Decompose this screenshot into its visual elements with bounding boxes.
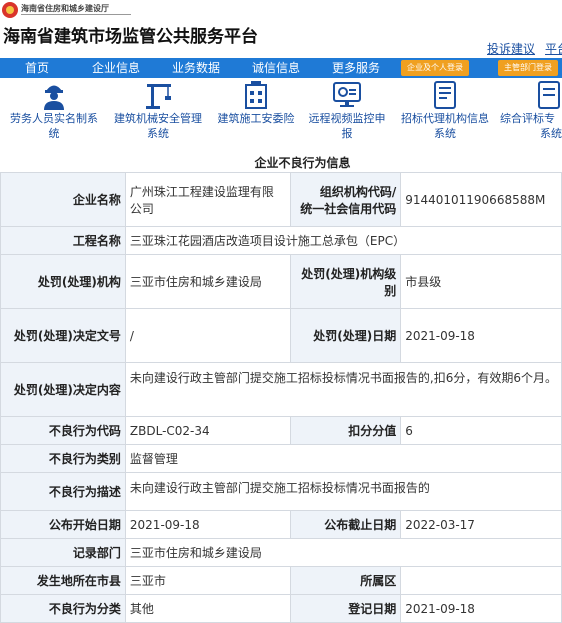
video-monitor-icon (333, 82, 361, 107)
table-row: 不良行为描述 未向建设行政主管部门提交施工招标投标情况书面报告的 (0, 472, 562, 511)
crane-icon (146, 84, 171, 109)
content-label: 处罚(处理)决定内容 (0, 362, 126, 417)
service-video[interactable]: 远程视频监控申 报 (304, 80, 390, 140)
service-label: 统 (48, 127, 60, 140)
service-label: 综合评标专 (500, 112, 555, 125)
doc-no-value: / (124, 308, 291, 363)
org-code-label-line: 组织机构代码/ (319, 184, 397, 199)
company-name-value: 广州珠江工程建设监理有限公司 (124, 172, 291, 227)
publish-end-label: 公布截止日期 (289, 510, 402, 539)
table-row: 不良行为分类 其他 登记日期 2021-09-18 (0, 594, 562, 623)
service-label: 系统 (147, 127, 169, 140)
credit-code-label-line: 统一社会信用代码 (300, 201, 397, 216)
main-nav: 首页 企业信息 业务数据 诚信信息 更多服务 企业及个人登录 主管部门登录 (0, 58, 562, 78)
service-label: 系统 (434, 127, 456, 140)
category-value: 监督管理 (124, 444, 562, 473)
record-dept-value: 三亚市住房和城乡建设局 (124, 538, 562, 567)
service-label: 劳务人员实名制系 (10, 112, 98, 125)
section-title: 企业不良行为信息 (254, 156, 351, 170)
score-label: 扣分分值 (289, 416, 402, 445)
nav-more-services[interactable]: 更多服务 (332, 58, 380, 78)
authority-value: 三亚市住房和城乡建设局 (124, 254, 291, 309)
table-row: 记录部门 三亚市住房和城乡建设局 (0, 538, 562, 567)
table-row: 工程名称 三亚珠江花园酒店改造项目设计施工总承包（EPC） (0, 226, 562, 255)
penalty-info-table: 企业名称 广州珠江工程建设监理有限公司 组织机构代码/统一社会信用代码 9144… (0, 172, 562, 623)
record-dept-label: 记录部门 (0, 538, 126, 567)
service-label: 远程视频监控申 (308, 112, 386, 125)
service-crane[interactable]: 建筑机械安全管理 系统 (108, 80, 208, 140)
table-row: 公布开始日期 2021-09-18 公布截止日期 2022-03-17 (0, 510, 562, 539)
table-row: 处罚(处理)决定内容 未向建设行政主管部门提交施工招标投标情况书面报告的,扣6分… (0, 362, 562, 417)
service-worker[interactable]: 劳务人员实名制系 统 (4, 80, 104, 140)
reg-date-value: 2021-09-18 (400, 594, 562, 623)
service-label: 建筑机械安全管理 (114, 112, 202, 125)
content-value: 未向建设行政主管部门提交施工招标投标情况书面报告的,扣6分，有效期6个月。 (124, 362, 562, 417)
score-value: 6 (400, 416, 562, 445)
service-insurance[interactable]: 建筑施工安委险 (212, 80, 300, 127)
table-row: 不良行为代码 ZBDL-C02-34 扣分分值 6 (0, 416, 562, 445)
type-value: 其他 (124, 594, 291, 623)
doc-no-label: 处罚(处理)决定文号 (0, 308, 126, 363)
publish-start-value: 2021-09-18 (124, 510, 291, 539)
type-label: 不良行为分类 (0, 594, 126, 623)
project-value: 三亚珠江花园酒店改造项目设计施工总承包（EPC） (124, 226, 562, 255)
nav-company-info[interactable]: 企业信息 (92, 58, 140, 78)
publish-start-label: 公布开始日期 (0, 510, 126, 539)
service-label: 建筑施工安委险 (217, 112, 295, 125)
company-name-label: 企业名称 (0, 172, 126, 227)
description-value: 未向建设行政主管部门提交施工招标投标情况书面报告的 (124, 472, 562, 511)
code-label: 不良行为代码 (0, 416, 126, 445)
table-row: 不良行为类别 监督管理 (0, 444, 562, 473)
document-icon (434, 81, 456, 109)
table-row: 处罚(处理)机构 三亚市住房和城乡建设局 处罚(处理)机构级别 市县级 (0, 254, 562, 309)
evaluation-icon (538, 81, 560, 109)
org-code-value: 91440101190668588M (400, 172, 562, 227)
district-value (400, 566, 562, 595)
complaint-link[interactable]: 投诉建议 (487, 42, 535, 56)
nav-business-data[interactable]: 业务数据 (172, 58, 220, 78)
project-label: 工程名称 (0, 226, 126, 255)
district-label: 所属区 (289, 566, 402, 595)
date-value: 2021-09-18 (400, 308, 562, 363)
emblem-icon (2, 2, 18, 18)
worker-icon (44, 85, 64, 110)
dept-divider (21, 14, 131, 15)
category-label: 不良行为类别 (0, 444, 126, 473)
city-value: 三亚市 (124, 566, 291, 595)
table-row: 发生地所在市县 三亚市 所属区 (0, 566, 562, 595)
service-agency[interactable]: 招标代理机构信息 系统 (394, 80, 496, 140)
site-title: 海南省建筑市场监管公共服务平台 (3, 27, 258, 47)
service-icons: 劳务人员实名制系 统 建筑机械安全管理 系统 建筑施工安委险 远程视频监控申 报… (0, 80, 562, 146)
platform-link[interactable]: 平台 (545, 42, 562, 56)
dept-name: 海南省住房和城乡建设厅 (21, 4, 109, 13)
service-label: 招标代理机构信息 (401, 112, 489, 125)
top-banner: 海南省住房和城乡建设厅 (0, 0, 562, 22)
building-doc-icon (245, 81, 267, 109)
date-label: 处罚(处理)日期 (289, 308, 402, 363)
nav-home[interactable]: 首页 (25, 58, 49, 78)
authority-level-label: 处罚(处理)机构级别 (289, 254, 402, 309)
service-label: 系统 (540, 127, 562, 140)
authority-label: 处罚(处理)机构 (0, 254, 126, 309)
company-login-button[interactable]: 企业及个人登录 (401, 60, 469, 76)
authority-level-value: 市县级 (400, 254, 562, 309)
code-value: ZBDL-C02-34 (124, 416, 291, 445)
service-evaluation[interactable]: 综合评标专 系统 (500, 80, 562, 140)
table-row: 处罚(处理)决定文号 / 处罚(处理)日期 2021-09-18 (0, 308, 562, 363)
org-code-label: 组织机构代码/统一社会信用代码 (289, 172, 402, 227)
description-label: 不良行为描述 (0, 472, 126, 511)
publish-end-value: 2022-03-17 (400, 510, 562, 539)
table-row: 企业名称 广州珠江工程建设监理有限公司 组织机构代码/统一社会信用代码 9144… (0, 172, 562, 227)
authority-login-button[interactable]: 主管部门登录 (498, 60, 558, 76)
city-label: 发生地所在市县 (0, 566, 126, 595)
service-label: 报 (341, 127, 353, 140)
top-links: 投诉建议平台 (487, 40, 562, 57)
reg-date-label: 登记日期 (289, 594, 402, 623)
nav-credit-info[interactable]: 诚信信息 (252, 58, 300, 78)
